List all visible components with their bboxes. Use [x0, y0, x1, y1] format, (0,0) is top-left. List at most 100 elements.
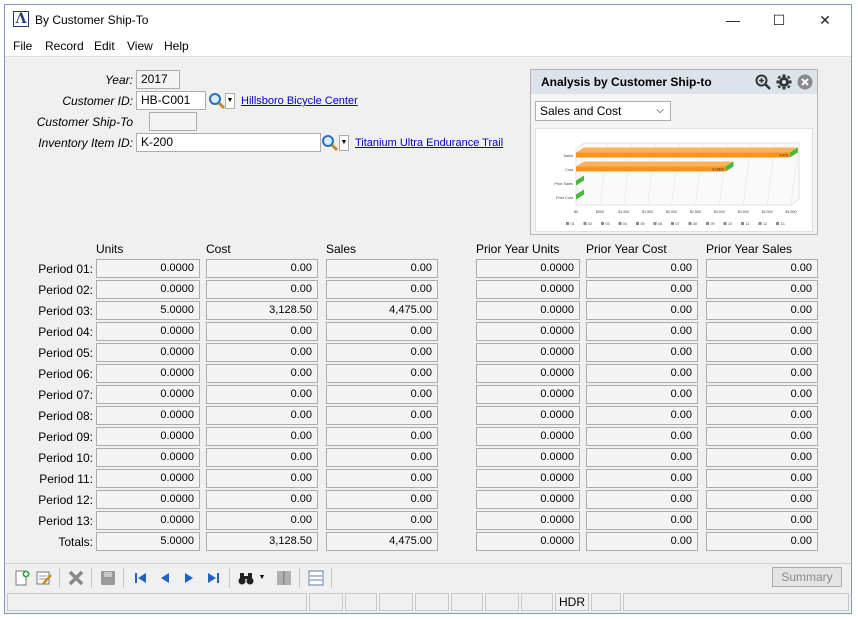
chart-area: $0 $500 $1,000 $1,500 $2,000 $2,500 $3,000 $3,5…	[535, 128, 813, 232]
ship-to-field[interactable]	[149, 112, 197, 131]
toolbar-separator	[59, 568, 60, 588]
status-cell	[521, 593, 553, 611]
units-cell: 0.0000	[96, 385, 200, 404]
view-icon[interactable]	[275, 569, 293, 587]
legend-swatch	[776, 222, 779, 225]
sales-cell: 4,475.00	[326, 301, 438, 320]
cost-cell: 0.00	[206, 364, 318, 383]
minimize-button[interactable]: —	[713, 9, 753, 31]
chart-type-select[interactable]: Sales and Cost ⌵	[535, 101, 671, 121]
previous-icon[interactable]	[156, 569, 174, 587]
legend-swatch	[618, 222, 622, 225]
analysis-panel: Analysis by Customer Ship-to Sales and C…	[530, 69, 818, 235]
customer-name-link[interactable]: Hillsboro Bicycle Center	[241, 95, 358, 107]
menu-help[interactable]: Help	[164, 39, 189, 53]
close-button[interactable]: ✕	[805, 9, 845, 31]
legend-swatch	[706, 222, 709, 225]
period-label: Period 02:	[38, 283, 93, 297]
py-units-cell: 0.0000	[476, 343, 580, 362]
list-icon[interactable]	[307, 569, 325, 587]
analysis-title-bar: Analysis by Customer Ship-to	[531, 70, 817, 94]
py-units-cell: 0.0000	[476, 406, 580, 425]
legend-swatch	[723, 222, 727, 225]
legend-item: 12	[763, 222, 767, 226]
toolbar-separator	[229, 568, 230, 588]
customer-lookup-icon[interactable]	[208, 92, 226, 110]
status-bar: HDR	[5, 591, 851, 613]
cost-cell: 0.00	[206, 427, 318, 446]
units-cell: 5.0000	[96, 301, 200, 320]
sales-header: Sales	[326, 242, 357, 256]
item-id-field[interactable]: K-200	[136, 133, 321, 152]
zoom-icon[interactable]	[755, 74, 771, 90]
py-cost-cell: 0.00	[586, 280, 698, 299]
x-tick-label: $3,000	[714, 210, 725, 214]
save-icon[interactable]	[99, 569, 117, 587]
analysis-title: Analysis by Customer Ship-to	[541, 75, 712, 89]
py-units-header: Prior Year Units	[476, 242, 560, 256]
cost-cell: 0.00	[206, 406, 318, 425]
cost-cell: 0.00	[206, 490, 318, 509]
py-cost-cell: 0.00	[586, 259, 698, 278]
period-label: Period 11:	[39, 472, 93, 486]
delete-icon[interactable]	[67, 569, 85, 587]
item-dropdown-icon[interactable]: ▼	[339, 135, 349, 151]
py-cost-cell: 0.00	[586, 532, 698, 551]
title-bar: Λ By Customer Ship-To — ☐ ✕	[5, 5, 851, 35]
menu-bar: File Record Edit View Help	[5, 35, 851, 57]
summary-button[interactable]: Summary	[772, 567, 842, 587]
gear-icon[interactable]	[776, 74, 792, 90]
edit-record-icon[interactable]	[35, 569, 53, 587]
item-lookup-icon[interactable]	[321, 134, 339, 152]
legend-item: 01	[571, 222, 575, 226]
data-label: 3,128.5	[712, 168, 723, 172]
cost-cell: 0.00	[206, 448, 318, 467]
menu-record[interactable]: Record	[45, 39, 84, 53]
menu-edit[interactable]: Edit	[94, 39, 115, 53]
binoculars-icon[interactable]	[237, 569, 255, 587]
status-cell	[485, 593, 519, 611]
last-icon[interactable]	[204, 569, 222, 587]
main-window: Λ By Customer Ship-To — ☐ ✕ File Record …	[4, 4, 852, 614]
units-header: Units	[96, 242, 124, 256]
period-label: Period 12:	[38, 493, 93, 507]
units-cell: 0.0000	[96, 406, 200, 425]
units-cell: 5.0000	[96, 532, 200, 551]
new-record-icon[interactable]	[13, 569, 31, 587]
legend-swatch	[688, 222, 692, 225]
maximize-button[interactable]: ☐	[759, 9, 799, 31]
category-label: Prior Sales	[554, 182, 573, 186]
bar	[576, 152, 790, 158]
customer-dropdown-icon[interactable]: ▼	[225, 93, 235, 109]
item-name-link[interactable]: Titanium Ultra Endurance Trail	[355, 137, 503, 149]
x-tick-label: $4,000	[762, 210, 773, 214]
legend-item: 04	[623, 222, 627, 226]
search-dropdown-icon[interactable]: ▼	[257, 569, 267, 587]
close-circle-icon[interactable]	[797, 74, 813, 90]
menu-view[interactable]: View	[127, 39, 153, 53]
menu-file[interactable]: File	[13, 39, 32, 53]
units-cell: 0.0000	[96, 469, 200, 488]
year-label: Year:	[104, 73, 133, 87]
sales-cost-chart: $0 $500 $1,000 $1,500 $2,000 $2,500 $3,000 $3,5…	[554, 142, 800, 226]
units-cell: 0.0000	[96, 343, 200, 362]
bar-top	[576, 161, 734, 167]
py-sales-cell: 0.00	[706, 406, 818, 425]
period-label: Period 09:	[38, 430, 93, 444]
cost-cell: 0.00	[206, 280, 318, 299]
sales-cell: 0.00	[326, 427, 438, 446]
next-icon[interactable]	[180, 569, 198, 587]
py-units-cell: 0.0000	[476, 469, 580, 488]
py-cost-cell: 0.00	[586, 364, 698, 383]
category-label: Prior Cost	[556, 196, 574, 200]
status-hdr: HDR	[555, 593, 589, 611]
bar	[576, 166, 726, 172]
year-field[interactable]: 2017	[136, 70, 180, 89]
py-sales-header: Prior Year Sales	[706, 242, 793, 256]
legend-item: 13	[781, 222, 785, 226]
toolbar-separator	[299, 568, 300, 588]
sales-cell: 0.00	[326, 322, 438, 341]
customer-id-field[interactable]: HB-C001	[136, 91, 206, 110]
legend-item: 06	[658, 222, 662, 226]
first-icon[interactable]	[132, 569, 150, 587]
